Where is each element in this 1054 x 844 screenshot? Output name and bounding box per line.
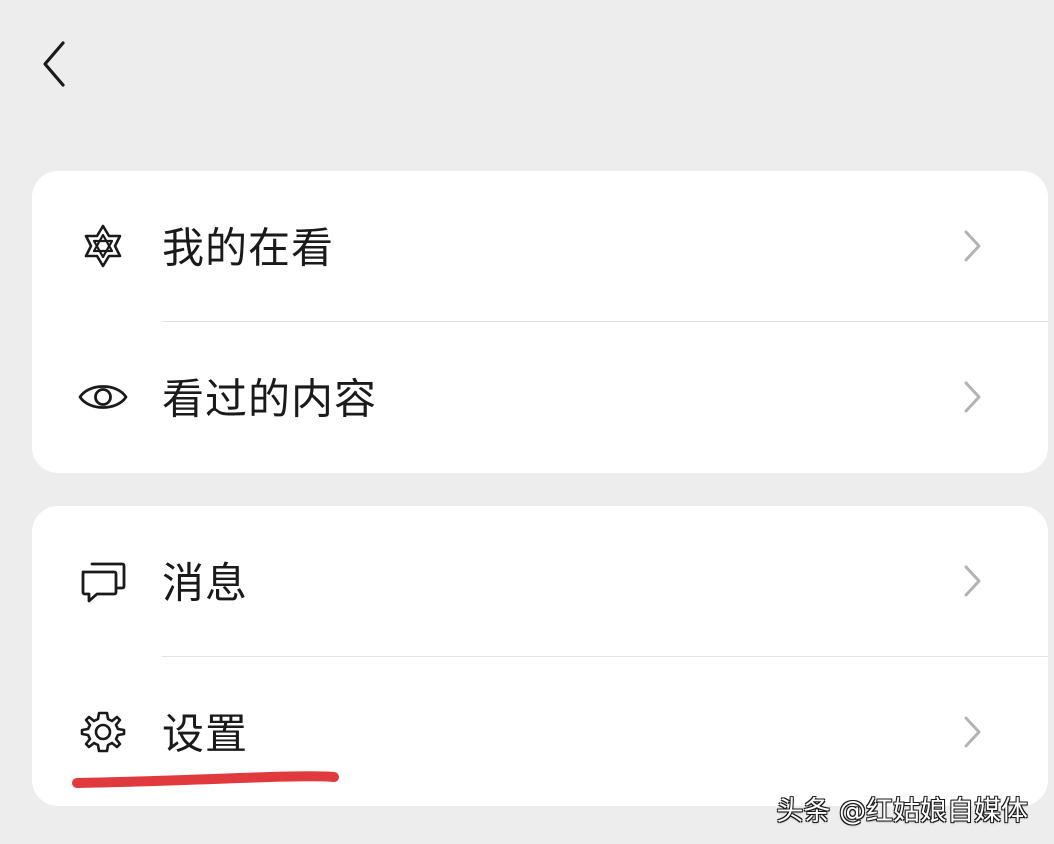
menu-item-label: 我的在看 — [162, 223, 335, 273]
menu-card-secondary: 消息 设置 — [32, 506, 1048, 806]
menu-item-label: 看过的内容 — [162, 374, 378, 424]
watermark-text: 头条 @红姑娘自媒体 — [776, 796, 1028, 827]
back-button[interactable] — [30, 36, 78, 92]
menu-item-label: 消息 — [162, 558, 249, 608]
chevron-right-icon — [964, 565, 981, 597]
menu-card-primary: 我的在看 看过的内容 — [32, 171, 1048, 473]
eye-icon — [76, 370, 130, 424]
chevron-right-icon — [964, 381, 981, 413]
menu-item-my-watching[interactable]: 我的在看 — [32, 171, 1048, 321]
chevron-right-icon — [964, 716, 981, 748]
menu-item-label: 设置 — [162, 709, 249, 759]
chevron-left-icon — [43, 41, 65, 87]
red-underline-annotation — [72, 771, 339, 788]
chat-bubbles-icon — [76, 554, 130, 608]
gear-icon — [76, 705, 130, 759]
menu-item-viewed-content[interactable]: 看过的内容 — [32, 322, 1048, 472]
chevron-right-icon — [964, 230, 981, 262]
hexagon-star-icon — [76, 219, 130, 273]
menu-item-messages[interactable]: 消息 — [32, 506, 1048, 656]
